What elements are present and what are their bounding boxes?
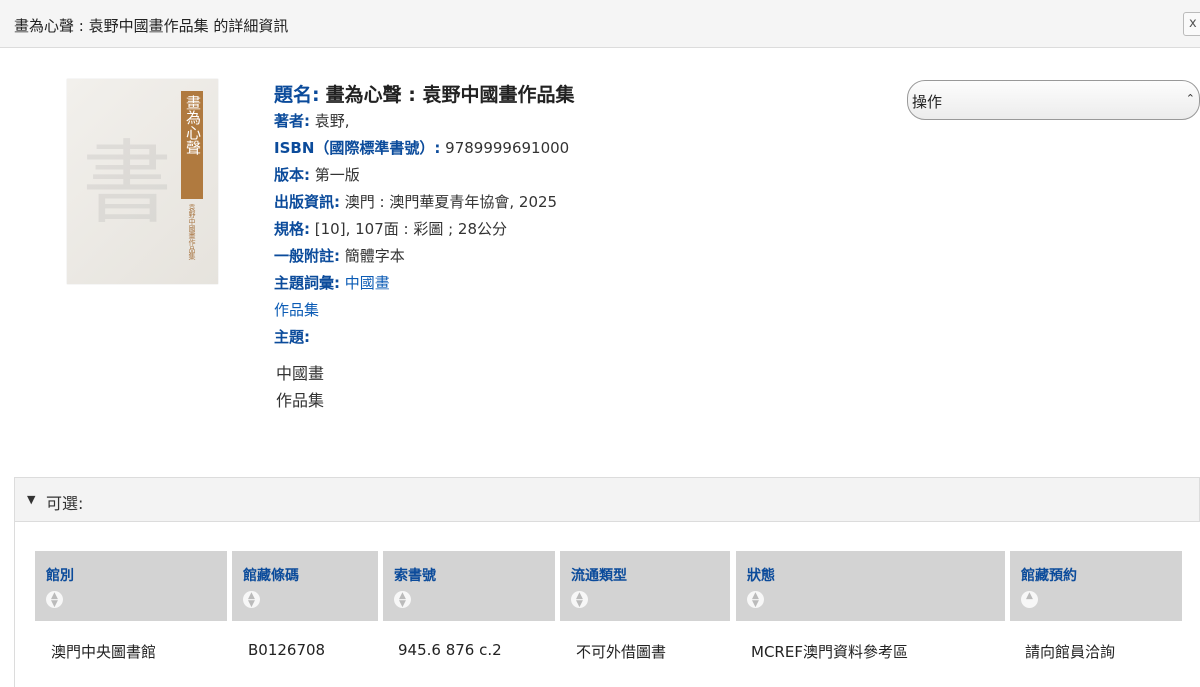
isbn-value: 9789999691000 — [445, 139, 570, 157]
table-cell-status: MCREF澳門資料參考區 — [751, 643, 908, 661]
table-cell-reservation: 請向館員洽詢 — [1025, 643, 1116, 661]
subject-terms-row: 主題詞彙: 中國畫 — [274, 270, 874, 297]
cover-brush-calligraphy: 書 — [82, 131, 172, 236]
sort-icon[interactable]: ▲ ▼ — [747, 591, 764, 609]
record-details: 題名: 畫為心聲 : 袁野中國畫作品集 著者: 袁野, ISBN（國際標準書號）… — [274, 82, 874, 414]
subject-terms-label: 主題詞彙: — [274, 274, 340, 292]
column-header-label[interactable]: 流通類型 — [571, 565, 627, 585]
publication-row: 出版資訊: 澳門 : 澳門華夏青年協會, 2025 — [274, 189, 874, 216]
edition-row: 版本: 第一版 — [274, 162, 874, 189]
title-bar: 畫為心聲 : 袁野中國畫作品集 的詳細資訊 x — [0, 0, 1200, 48]
subject-list: 中國畫 作品集 — [274, 360, 874, 414]
subject-label: 主題: — [274, 328, 310, 346]
edition-value: 第一版 — [314, 166, 360, 184]
subject-term-link-1[interactable]: 中國畫 — [345, 274, 390, 292]
sort-icon[interactable]: ▲ ▼ — [243, 591, 260, 609]
cover-subtitle: 袁野中國畫作品集 — [188, 204, 196, 260]
column-header-circulation-type[interactable]: 流通類型 ▲ ▼ — [560, 551, 730, 621]
subject-row: 主題: — [274, 324, 874, 351]
book-cover-image: 書 畫為心聲 袁野中國畫作品集 — [67, 79, 218, 284]
column-header-library[interactable]: 館別 ▲ ▼ — [35, 551, 227, 621]
note-row: 一般附註: 簡體字本 — [274, 243, 874, 270]
column-header-label[interactable]: 館藏預約 — [1021, 565, 1077, 585]
format-label: 規格: — [274, 220, 310, 238]
title-row: 題名: 畫為心聲 : 袁野中國畫作品集 — [274, 82, 874, 108]
column-header-label[interactable]: 館藏條碼 — [243, 565, 299, 585]
format-row: 規格: [10], 107面 : 彩圖 ; 28公分 — [274, 216, 874, 243]
isbn-row: ISBN（國際標準書號）: 9789999691000 — [274, 135, 874, 162]
publication-label: 出版資訊: — [274, 193, 340, 211]
cover-title-text: 畫為心聲 — [184, 95, 202, 155]
note-label: 一般附註: — [274, 247, 340, 265]
table-cell-call-number: 945.6 876 c.2 — [398, 641, 502, 659]
isbn-label: ISBN（國際標準書號）: — [274, 139, 441, 157]
sort-up-icon[interactable]: ▲ — [1021, 591, 1038, 608]
close-icon[interactable]: x — [1189, 16, 1197, 31]
note-value: 簡體字本 — [344, 247, 405, 265]
title-label: 題名: — [274, 84, 320, 106]
collapse-triangle-icon[interactable]: ▼ — [27, 493, 35, 506]
column-header-barcode[interactable]: 館藏條碼 ▲ ▼ — [232, 551, 378, 621]
column-header-call-number[interactable]: 索書號 ▲ ▼ — [383, 551, 555, 621]
subject-item: 作品集 — [276, 391, 325, 410]
subject-terms-row-2: 作品集 — [274, 297, 874, 324]
holdings-section-label: 可選: — [46, 494, 84, 513]
format-value: [10], 107面 : 彩圖 ; 28公分 — [314, 220, 508, 238]
close-button[interactable]: x — [1183, 12, 1200, 36]
edition-label: 版本: — [274, 166, 310, 184]
column-header-label[interactable]: 索書號 — [394, 565, 436, 585]
actions-select-value: 操作 — [912, 93, 943, 111]
select-arrows-icon: ⌃ — [1185, 92, 1195, 105]
author-value: 袁野, — [314, 112, 350, 130]
column-header-reservation[interactable]: 館藏預約 ▲ — [1010, 551, 1182, 621]
table-cell-barcode: B0126708 — [248, 641, 326, 659]
cover-title-banner: 畫為心聲 — [181, 91, 203, 199]
table-cell-library: 澳門中央圖書館 — [51, 643, 157, 661]
column-header-label[interactable]: 館別 — [46, 565, 74, 585]
column-header-status[interactable]: 狀態 ▲ ▼ — [736, 551, 1005, 621]
sort-icon[interactable]: ▲ ▼ — [394, 591, 411, 609]
author-label: 著者: — [274, 112, 310, 130]
sort-icon[interactable]: ▲ ▼ — [571, 591, 588, 609]
subject-term-link-2[interactable]: 作品集 — [274, 301, 319, 319]
column-header-label[interactable]: 狀態 — [747, 565, 775, 585]
window-title: 畫為心聲 : 袁野中國畫作品集 的詳細資訊 — [14, 17, 289, 35]
sort-icon[interactable]: ▲ ▼ — [46, 591, 63, 609]
actions-select[interactable]: 操作 ⌃ — [907, 80, 1200, 120]
title-value: 畫為心聲 : 袁野中國畫作品集 — [325, 84, 575, 106]
subject-item: 中國畫 — [276, 364, 325, 383]
table-cell-circulation-type: 不可外借圖書 — [576, 643, 667, 661]
holdings-section-header[interactable]: ▼ 可選: — [14, 477, 1200, 522]
author-row: 著者: 袁野, — [274, 108, 874, 135]
publication-value: 澳門 : 澳門華夏青年協會, 2025 — [344, 193, 558, 211]
